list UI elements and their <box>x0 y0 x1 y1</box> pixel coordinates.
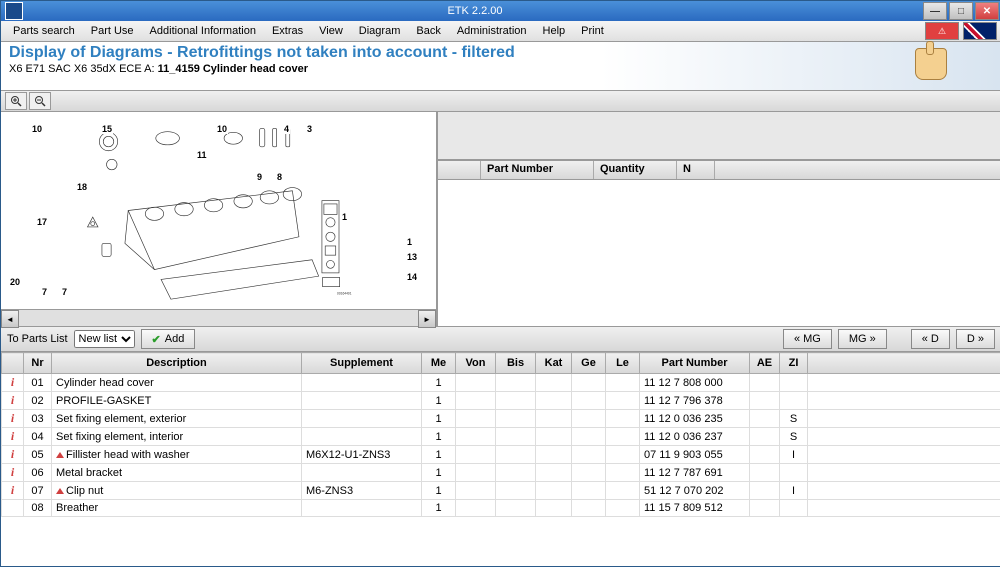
col-Part Number[interactable]: Part Number <box>640 353 750 374</box>
zoom-out-button[interactable] <box>29 92 51 110</box>
callout-7[interactable]: 7 <box>61 287 68 297</box>
menu-help[interactable]: Help <box>535 23 574 39</box>
mid-toolbar: To Parts List New list ✔Add « MG MG » « … <box>1 327 1000 352</box>
col-Bis[interactable]: Bis <box>496 353 536 374</box>
callout-8[interactable]: 8 <box>276 172 283 182</box>
table-row[interactable]: i07Clip nutM6-ZNS3151 12 7 070 202I <box>2 482 1000 500</box>
h-scrollbar[interactable]: ◄ ► <box>1 309 436 326</box>
callout-10[interactable]: 10 <box>216 124 228 134</box>
menu-administration[interactable]: Administration <box>449 23 535 39</box>
callout-1[interactable]: 1 <box>406 237 413 247</box>
menu-extras[interactable]: Extras <box>264 23 311 39</box>
col-Supplement[interactable]: Supplement <box>302 353 422 374</box>
menu-back[interactable]: Back <box>408 23 448 39</box>
table-row[interactable]: i01Cylinder head cover111 12 7 808 000 <box>2 374 1000 392</box>
table-row[interactable]: i04Set fixing element, interior111 12 0 … <box>2 428 1000 446</box>
add-button[interactable]: ✔Add <box>141 329 196 349</box>
menubar: Parts search Part Use Additional Informa… <box>1 21 1000 42</box>
col-Ge[interactable]: Ge <box>572 353 606 374</box>
callout-15[interactable]: 15 <box>101 124 113 134</box>
table-row[interactable]: 08Breather111 15 7 809 512 <box>2 500 1000 517</box>
info-icon[interactable]: i <box>11 375 14 389</box>
callout-14[interactable]: 14 <box>406 272 418 282</box>
scroll-left-arrow[interactable]: ◄ <box>1 310 19 328</box>
mg-prev-button[interactable]: « MG <box>783 329 832 349</box>
callout-1[interactable]: 1 <box>341 212 348 222</box>
language-flag[interactable] <box>963 22 997 40</box>
app-icon <box>5 2 23 20</box>
table-row[interactable]: i05Fillister head with washerM6X12-U1-ZN… <box>2 446 1000 464</box>
d-prev-button[interactable]: « D <box>911 329 950 349</box>
table-row[interactable]: i03Set fixing element, exterior111 12 0 … <box>2 410 1000 428</box>
window-title: ETK 2.2.00 <box>27 5 923 17</box>
callout-18[interactable]: 18 <box>76 182 88 192</box>
col-Kat[interactable]: Kat <box>536 353 572 374</box>
callout-17[interactable]: 17 <box>36 217 48 227</box>
menu-diagram[interactable]: Diagram <box>351 23 409 39</box>
right-upper-panel <box>438 112 1000 161</box>
mg-next-button[interactable]: MG » <box>838 329 887 349</box>
info-icon[interactable]: i <box>11 411 14 425</box>
menu-print[interactable]: Print <box>573 23 612 39</box>
callout-11[interactable]: 11 <box>196 150 208 160</box>
info-icon[interactable]: i <box>11 483 14 497</box>
callout-9[interactable]: 9 <box>256 172 263 182</box>
col-Description[interactable]: Description <box>52 353 302 374</box>
list-select[interactable]: New list <box>74 330 135 348</box>
callout-7[interactable]: 7 <box>41 287 48 297</box>
col-n[interactable]: N <box>677 161 715 179</box>
col-part-number[interactable]: Part Number <box>481 161 594 179</box>
callout-4[interactable]: 4 <box>283 124 290 134</box>
hand-icon <box>915 48 947 80</box>
callout-3[interactable]: 3 <box>306 124 313 134</box>
svg-text:00164401: 00164401 <box>337 292 352 296</box>
maximize-button[interactable]: □ <box>949 2 973 20</box>
diagram-panel: 00164401 1015104311981817207712219165612… <box>1 112 438 326</box>
titlebar: ETK 2.2.00 — □ ✕ <box>1 1 1000 21</box>
page-header: Display of Diagrams - Retrofittings not … <box>1 42 1000 91</box>
col-Von[interactable]: Von <box>456 353 496 374</box>
menu-part-use[interactable]: Part Use <box>83 23 142 39</box>
col-blank-13[interactable] <box>808 353 1000 374</box>
zoom-in-button[interactable] <box>5 92 27 110</box>
callout-10[interactable]: 10 <box>31 124 43 134</box>
parts-grid[interactable]: NrDescriptionSupplementMeVonBisKatGeLePa… <box>1 352 1000 566</box>
col-blank-0[interactable] <box>2 353 24 374</box>
menu-view[interactable]: View <box>311 23 351 39</box>
triangle-icon <box>56 452 64 458</box>
page-title: Display of Diagrams - Retrofittings not … <box>9 44 993 62</box>
info-icon[interactable]: i <box>11 393 14 407</box>
right-table-header: Part Number Quantity N <box>438 161 1000 180</box>
callout-13[interactable]: 13 <box>406 252 418 262</box>
table-row[interactable]: i02PROFILE-GASKET111 12 7 796 378 <box>2 392 1000 410</box>
close-button[interactable]: ✕ <box>975 2 999 20</box>
scroll-right-arrow[interactable]: ► <box>418 310 436 328</box>
to-parts-list-label: To Parts List <box>7 333 68 345</box>
minimize-button[interactable]: — <box>923 2 947 20</box>
callout-20[interactable]: 20 <box>9 277 21 287</box>
diagram-image[interactable]: 00164401 1015104311981817207712219165612… <box>1 112 436 309</box>
menu-parts-search[interactable]: Parts search <box>5 23 83 39</box>
col-Nr[interactable]: Nr <box>24 353 52 374</box>
col-ZI[interactable]: ZI <box>780 353 808 374</box>
info-icon[interactable]: i <box>11 465 14 479</box>
info-icon[interactable]: i <box>11 447 14 461</box>
d-next-button[interactable]: D » <box>956 329 995 349</box>
col-Le[interactable]: Le <box>606 353 640 374</box>
diagram-toolbar <box>1 91 1000 112</box>
warning-button[interactable]: ⚠ <box>925 22 959 40</box>
header-graphic <box>871 44 991 84</box>
col-quantity[interactable]: Quantity <box>594 161 677 179</box>
right-lower-panel: Part Number Quantity N <box>438 161 1000 326</box>
page-subtitle: X6 E71 SAC X6 35dX ECE A: 11_4159 Cylind… <box>9 63 993 75</box>
info-icon[interactable]: i <box>11 429 14 443</box>
triangle-icon <box>56 488 64 494</box>
col-Me[interactable]: Me <box>422 353 456 374</box>
col-AE[interactable]: AE <box>750 353 780 374</box>
menu-additional-info[interactable]: Additional Information <box>142 23 264 39</box>
table-row[interactable]: i06Metal bracket111 12 7 787 691 <box>2 464 1000 482</box>
